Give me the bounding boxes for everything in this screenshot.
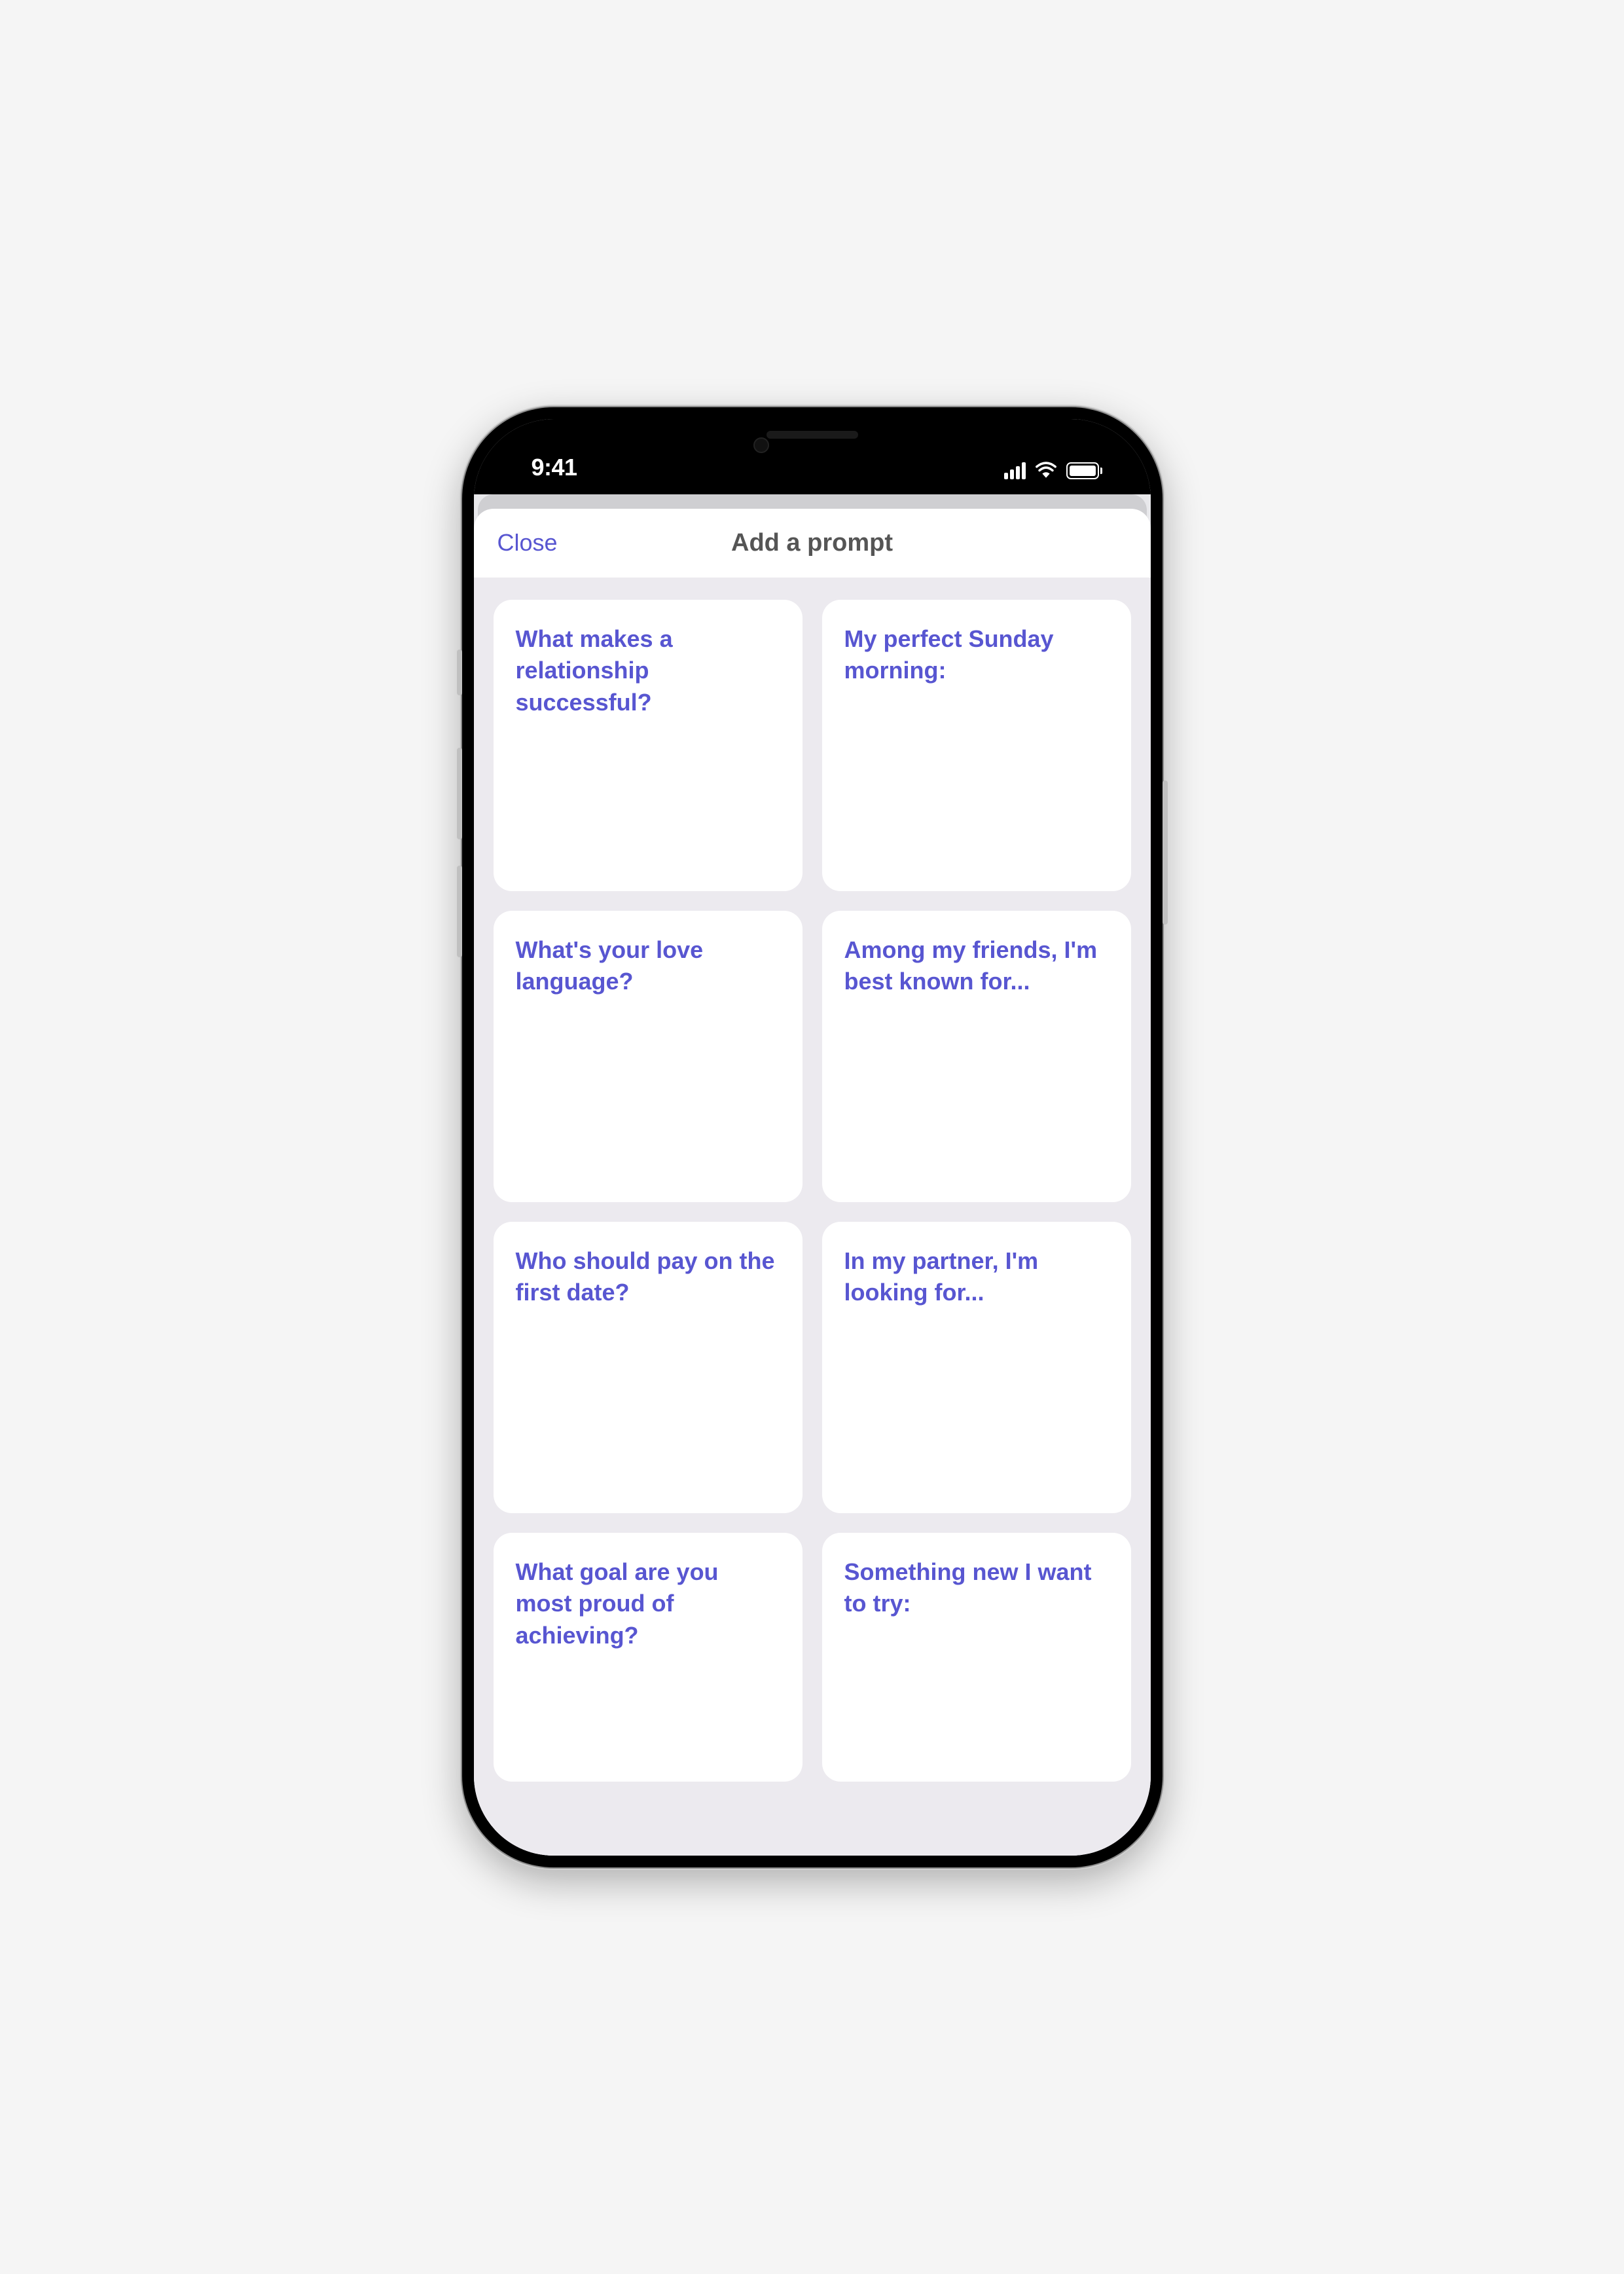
volume-up-button[interactable] [457,748,462,839]
prompt-text: My perfect Sunday morning: [844,623,1109,687]
prompt-card[interactable]: Who should pay on the first date? [494,1222,803,1513]
prompt-card[interactable]: My perfect Sunday morning: [822,600,1131,891]
modal-sheet: Close Add a prompt What makes a relation… [474,509,1151,1856]
status-time: 9:41 [520,454,577,481]
prompt-text: What goal are you most proud of achievin… [516,1556,780,1652]
cellular-icon [1004,462,1026,479]
prompt-card[interactable]: Something new I want to try: [822,1533,1131,1782]
prompt-card[interactable]: What goal are you most proud of achievin… [494,1533,803,1782]
prompt-text: Among my friends, I'm best known for... [844,934,1109,998]
close-button[interactable]: Close [497,529,558,557]
prompts-grid: What makes a relationship successful? My… [494,600,1131,1782]
sheet-title: Add a prompt [731,529,893,557]
sheet-header: Close Add a prompt [474,509,1151,578]
screen: 9:41 [474,419,1151,1856]
mute-switch[interactable] [457,650,462,695]
wifi-icon [1035,461,1057,481]
phone-frame: 9:41 [462,407,1163,1867]
sheet-body[interactable]: What makes a relationship successful? My… [474,578,1151,1856]
prompt-card[interactable]: What makes a relationship successful? [494,600,803,891]
app-background: Close Add a prompt What makes a relation… [474,494,1151,1856]
prompt-text: Who should pay on the first date? [516,1245,780,1309]
prompt-text: What makes a relationship successful? [516,623,780,719]
speaker [767,431,858,439]
prompt-text: Something new I want to try: [844,1556,1109,1620]
prompt-card[interactable]: In my partner, I'm looking for... [822,1222,1131,1513]
prompt-text: What's your love language? [516,934,780,998]
prompt-card[interactable]: Among my friends, I'm best known for... [822,911,1131,1202]
power-button[interactable] [1163,780,1168,925]
front-camera [753,437,769,453]
prompt-card[interactable]: What's your love language? [494,911,803,1202]
prompt-text: In my partner, I'm looking for... [844,1245,1109,1309]
phone-inner: 9:41 [474,419,1151,1856]
status-icons [1004,461,1105,481]
volume-down-button[interactable] [457,866,462,957]
battery-icon [1066,462,1102,479]
notch [665,419,960,464]
